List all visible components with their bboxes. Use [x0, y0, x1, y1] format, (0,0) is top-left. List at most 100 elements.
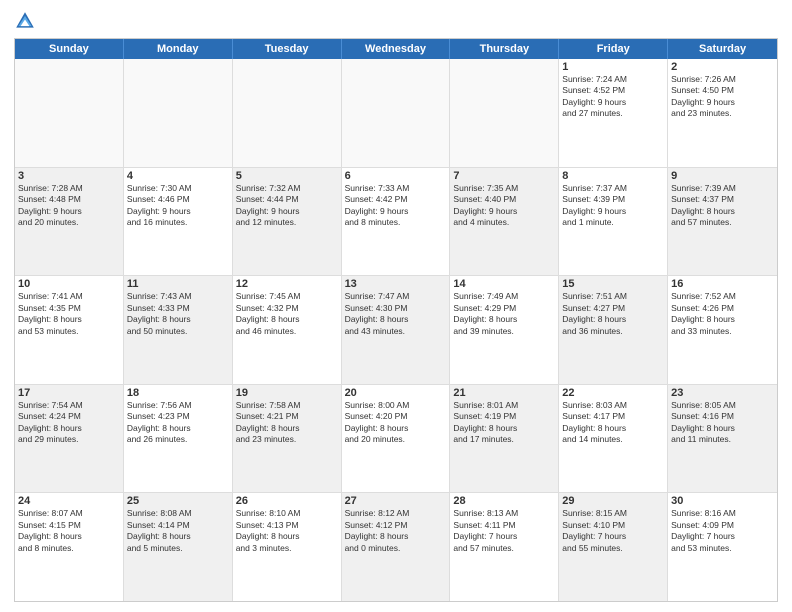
day-number: 9: [671, 170, 774, 182]
day-cell-1: 1Sunrise: 7:24 AM Sunset: 4:52 PM Daylig…: [559, 59, 668, 167]
day-number: 11: [127, 278, 229, 290]
day-number: 4: [127, 170, 229, 182]
day-cell-15: 15Sunrise: 7:51 AM Sunset: 4:27 PM Dayli…: [559, 276, 668, 384]
cell-info: Sunrise: 8:08 AM Sunset: 4:14 PM Dayligh…: [127, 508, 229, 554]
day-cell-17: 17Sunrise: 7:54 AM Sunset: 4:24 PM Dayli…: [15, 385, 124, 493]
day-number: 26: [236, 495, 338, 507]
day-number: 22: [562, 387, 664, 399]
day-cell-11: 11Sunrise: 7:43 AM Sunset: 4:33 PM Dayli…: [124, 276, 233, 384]
day-number: 5: [236, 170, 338, 182]
day-number: 12: [236, 278, 338, 290]
calendar-row-3: 17Sunrise: 7:54 AM Sunset: 4:24 PM Dayli…: [15, 385, 777, 494]
day-number: 6: [345, 170, 447, 182]
page: SundayMondayTuesdayWednesdayThursdayFrid…: [0, 0, 792, 612]
cell-info: Sunrise: 8:16 AM Sunset: 4:09 PM Dayligh…: [671, 508, 774, 554]
day-cell-10: 10Sunrise: 7:41 AM Sunset: 4:35 PM Dayli…: [15, 276, 124, 384]
cell-info: Sunrise: 8:15 AM Sunset: 4:10 PM Dayligh…: [562, 508, 664, 554]
logo: [14, 10, 40, 32]
day-cell-20: 20Sunrise: 8:00 AM Sunset: 4:20 PM Dayli…: [342, 385, 451, 493]
cell-info: Sunrise: 7:35 AM Sunset: 4:40 PM Dayligh…: [453, 183, 555, 229]
day-number: 1: [562, 61, 664, 73]
day-cell-25: 25Sunrise: 8:08 AM Sunset: 4:14 PM Dayli…: [124, 493, 233, 601]
cell-info: Sunrise: 7:30 AM Sunset: 4:46 PM Dayligh…: [127, 183, 229, 229]
day-cell-2: 2Sunrise: 7:26 AM Sunset: 4:50 PM Daylig…: [668, 59, 777, 167]
cell-info: Sunrise: 7:39 AM Sunset: 4:37 PM Dayligh…: [671, 183, 774, 229]
cell-info: Sunrise: 7:49 AM Sunset: 4:29 PM Dayligh…: [453, 291, 555, 337]
cell-info: Sunrise: 7:41 AM Sunset: 4:35 PM Dayligh…: [18, 291, 120, 337]
calendar-header-row: SundayMondayTuesdayWednesdayThursdayFrid…: [15, 39, 777, 59]
header-day-thursday: Thursday: [450, 39, 559, 59]
day-cell-3: 3Sunrise: 7:28 AM Sunset: 4:48 PM Daylig…: [15, 168, 124, 276]
header-day-sunday: Sunday: [15, 39, 124, 59]
empty-cell-0-3: [342, 59, 451, 167]
calendar-row-2: 10Sunrise: 7:41 AM Sunset: 4:35 PM Dayli…: [15, 276, 777, 385]
day-cell-24: 24Sunrise: 8:07 AM Sunset: 4:15 PM Dayli…: [15, 493, 124, 601]
day-cell-22: 22Sunrise: 8:03 AM Sunset: 4:17 PM Dayli…: [559, 385, 668, 493]
day-number: 27: [345, 495, 447, 507]
cell-info: Sunrise: 7:28 AM Sunset: 4:48 PM Dayligh…: [18, 183, 120, 229]
day-cell-29: 29Sunrise: 8:15 AM Sunset: 4:10 PM Dayli…: [559, 493, 668, 601]
empty-cell-0-0: [15, 59, 124, 167]
day-number: 19: [236, 387, 338, 399]
day-cell-28: 28Sunrise: 8:13 AM Sunset: 4:11 PM Dayli…: [450, 493, 559, 601]
day-number: 20: [345, 387, 447, 399]
day-cell-16: 16Sunrise: 7:52 AM Sunset: 4:26 PM Dayli…: [668, 276, 777, 384]
header-day-friday: Friday: [559, 39, 668, 59]
calendar-body: 1Sunrise: 7:24 AM Sunset: 4:52 PM Daylig…: [15, 59, 777, 601]
day-number: 18: [127, 387, 229, 399]
cell-info: Sunrise: 7:56 AM Sunset: 4:23 PM Dayligh…: [127, 400, 229, 446]
calendar-row-1: 3Sunrise: 7:28 AM Sunset: 4:48 PM Daylig…: [15, 168, 777, 277]
cell-info: Sunrise: 7:45 AM Sunset: 4:32 PM Dayligh…: [236, 291, 338, 337]
day-cell-18: 18Sunrise: 7:56 AM Sunset: 4:23 PM Dayli…: [124, 385, 233, 493]
empty-cell-0-4: [450, 59, 559, 167]
day-number: 7: [453, 170, 555, 182]
empty-cell-0-1: [124, 59, 233, 167]
cell-info: Sunrise: 7:24 AM Sunset: 4:52 PM Dayligh…: [562, 74, 664, 120]
day-cell-21: 21Sunrise: 8:01 AM Sunset: 4:19 PM Dayli…: [450, 385, 559, 493]
cell-info: Sunrise: 8:00 AM Sunset: 4:20 PM Dayligh…: [345, 400, 447, 446]
day-number: 13: [345, 278, 447, 290]
cell-info: Sunrise: 7:32 AM Sunset: 4:44 PM Dayligh…: [236, 183, 338, 229]
day-cell-9: 9Sunrise: 7:39 AM Sunset: 4:37 PM Daylig…: [668, 168, 777, 276]
day-number: 23: [671, 387, 774, 399]
empty-cell-0-2: [233, 59, 342, 167]
day-cell-4: 4Sunrise: 7:30 AM Sunset: 4:46 PM Daylig…: [124, 168, 233, 276]
day-number: 28: [453, 495, 555, 507]
day-cell-5: 5Sunrise: 7:32 AM Sunset: 4:44 PM Daylig…: [233, 168, 342, 276]
day-cell-8: 8Sunrise: 7:37 AM Sunset: 4:39 PM Daylig…: [559, 168, 668, 276]
day-number: 16: [671, 278, 774, 290]
cell-info: Sunrise: 7:52 AM Sunset: 4:26 PM Dayligh…: [671, 291, 774, 337]
day-number: 8: [562, 170, 664, 182]
cell-info: Sunrise: 8:07 AM Sunset: 4:15 PM Dayligh…: [18, 508, 120, 554]
day-number: 29: [562, 495, 664, 507]
header-day-wednesday: Wednesday: [342, 39, 451, 59]
day-number: 15: [562, 278, 664, 290]
cell-info: Sunrise: 8:05 AM Sunset: 4:16 PM Dayligh…: [671, 400, 774, 446]
day-cell-13: 13Sunrise: 7:47 AM Sunset: 4:30 PM Dayli…: [342, 276, 451, 384]
cell-info: Sunrise: 7:54 AM Sunset: 4:24 PM Dayligh…: [18, 400, 120, 446]
calendar-row-4: 24Sunrise: 8:07 AM Sunset: 4:15 PM Dayli…: [15, 493, 777, 601]
day-cell-7: 7Sunrise: 7:35 AM Sunset: 4:40 PM Daylig…: [450, 168, 559, 276]
cell-info: Sunrise: 7:37 AM Sunset: 4:39 PM Dayligh…: [562, 183, 664, 229]
cell-info: Sunrise: 8:12 AM Sunset: 4:12 PM Dayligh…: [345, 508, 447, 554]
cell-info: Sunrise: 7:26 AM Sunset: 4:50 PM Dayligh…: [671, 74, 774, 120]
calendar: SundayMondayTuesdayWednesdayThursdayFrid…: [14, 38, 778, 602]
day-cell-6: 6Sunrise: 7:33 AM Sunset: 4:42 PM Daylig…: [342, 168, 451, 276]
header-day-monday: Monday: [124, 39, 233, 59]
day-cell-26: 26Sunrise: 8:10 AM Sunset: 4:13 PM Dayli…: [233, 493, 342, 601]
cell-info: Sunrise: 8:01 AM Sunset: 4:19 PM Dayligh…: [453, 400, 555, 446]
day-cell-30: 30Sunrise: 8:16 AM Sunset: 4:09 PM Dayli…: [668, 493, 777, 601]
cell-info: Sunrise: 7:51 AM Sunset: 4:27 PM Dayligh…: [562, 291, 664, 337]
cell-info: Sunrise: 7:47 AM Sunset: 4:30 PM Dayligh…: [345, 291, 447, 337]
day-cell-23: 23Sunrise: 8:05 AM Sunset: 4:16 PM Dayli…: [668, 385, 777, 493]
calendar-row-0: 1Sunrise: 7:24 AM Sunset: 4:52 PM Daylig…: [15, 59, 777, 168]
day-number: 3: [18, 170, 120, 182]
cell-info: Sunrise: 8:03 AM Sunset: 4:17 PM Dayligh…: [562, 400, 664, 446]
day-cell-27: 27Sunrise: 8:12 AM Sunset: 4:12 PM Dayli…: [342, 493, 451, 601]
day-number: 24: [18, 495, 120, 507]
cell-info: Sunrise: 7:58 AM Sunset: 4:21 PM Dayligh…: [236, 400, 338, 446]
header-day-saturday: Saturday: [668, 39, 777, 59]
header-day-tuesday: Tuesday: [233, 39, 342, 59]
day-number: 25: [127, 495, 229, 507]
header: [14, 10, 778, 32]
